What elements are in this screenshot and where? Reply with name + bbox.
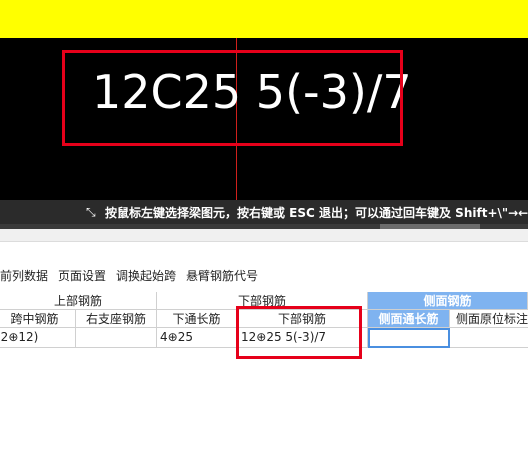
- grid-highlight-box: [236, 306, 362, 359]
- panel-header: [0, 229, 528, 242]
- panel-toolbar: 当前列数据 页面设置 调换起始跨 悬臂钢筋代号: [0, 267, 268, 287]
- cell-bottom-through[interactable]: 4⊕25: [157, 328, 237, 348]
- toolbar-cantilever-code[interactable]: 悬臂钢筋代号: [186, 267, 258, 287]
- col-right-support: 右支座钢筋: [76, 310, 157, 328]
- cell-mid-span[interactable]: (2⊕12): [0, 328, 76, 348]
- select-cursor-icon: ⤡: [86, 205, 96, 219]
- status-bar: ⤡ 按鼠标左键选择梁图元，按右键或 ESC 退出；可以通过回车键及 Shift+…: [0, 200, 528, 224]
- col-side-original: 侧面原位标注: [450, 310, 528, 328]
- canvas-highlight-box: [62, 50, 403, 146]
- col-mid-span: 跨中钢筋: [0, 310, 76, 328]
- title-bar: [0, 0, 528, 38]
- header-top-rebar: 上部钢筋: [0, 292, 157, 310]
- cell-side-original[interactable]: [450, 328, 528, 348]
- col-side-through: 侧面通长筋: [368, 310, 450, 328]
- status-message: 按鼠标左键选择梁图元，按右键或 ESC 退出；可以通过回车键及 Shift+\"…: [105, 206, 528, 220]
- cell-side-through[interactable]: [368, 328, 450, 348]
- toolbar-current-column-data[interactable]: 当前列数据: [0, 267, 48, 287]
- header-side-rebar: 侧面钢筋: [368, 292, 528, 310]
- toolbar-page-setup[interactable]: 页面设置: [58, 267, 106, 287]
- col-bottom-through: 下通长筋: [157, 310, 237, 328]
- toolbar-swap-start-span[interactable]: 调换起始跨: [116, 267, 176, 287]
- cell-right-support[interactable]: [76, 328, 157, 348]
- drawing-canvas[interactable]: 12C25 5(-3)/7: [0, 38, 528, 200]
